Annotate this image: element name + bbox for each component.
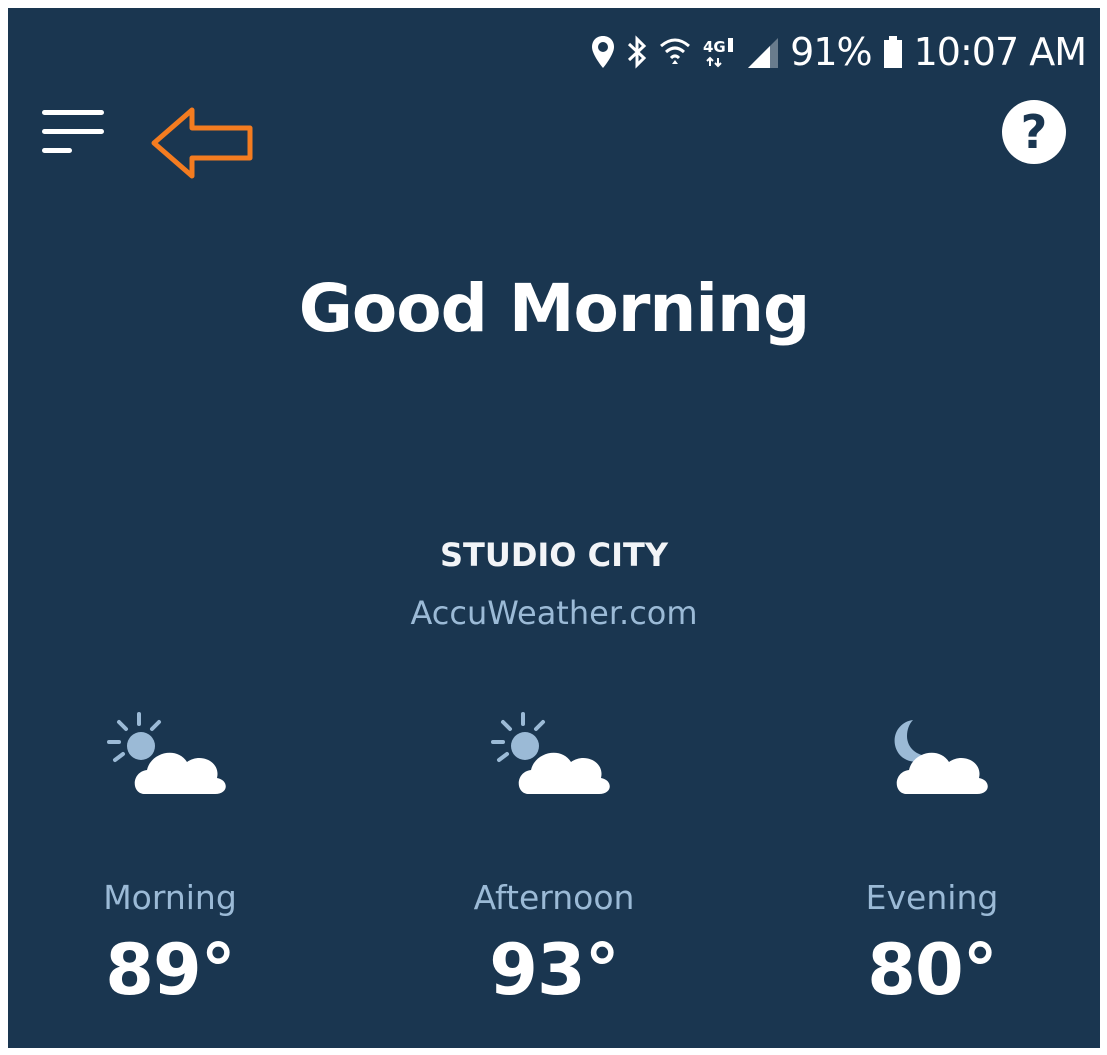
partly-sunny-icon [491,712,610,794]
forecast-temp: 80° [867,929,997,1011]
forecast-morning[interactable]: Morning 89° [20,708,320,1011]
battery-percent: 91% [790,30,872,74]
arrow-annotation-icon [148,104,260,186]
location-icon [590,34,616,70]
bluetooth-icon [626,34,648,70]
help-label: ? [1020,105,1048,159]
status-bar: 4G 91% 10:07 AM [590,22,1087,82]
forecast-period: Afternoon [473,878,635,917]
help-icon[interactable]: ? [1002,100,1066,164]
lte-icon: 4G [702,34,736,70]
svg-text:4G: 4G [703,38,726,56]
hamburger-menu-icon[interactable] [38,100,108,164]
wifi-icon [658,34,692,70]
weather-source-link[interactable]: AccuWeather.com [8,594,1100,632]
forecast-period: Evening [865,878,999,917]
forecast-temp: 93° [489,929,619,1011]
weather-location: STUDIO CITY [439,536,669,574]
forecast-period: Morning [103,878,237,917]
forecast-afternoon[interactable]: Afternoon 93° [404,708,704,1011]
forecast-temp: 89° [105,929,235,1011]
partly-cloudy-night-icon [894,720,988,794]
clock: 10:07 AM [913,30,1087,74]
signal-icon [746,34,780,70]
battery-icon [882,34,904,70]
partly-sunny-icon [107,712,226,794]
greeting-title: Good Morning [298,270,811,347]
app-screen: 4G 91% 10:07 AM ? Good Morning STUDIO CI… [8,8,1100,1048]
forecast-evening[interactable]: Evening 80° [782,708,1082,1011]
